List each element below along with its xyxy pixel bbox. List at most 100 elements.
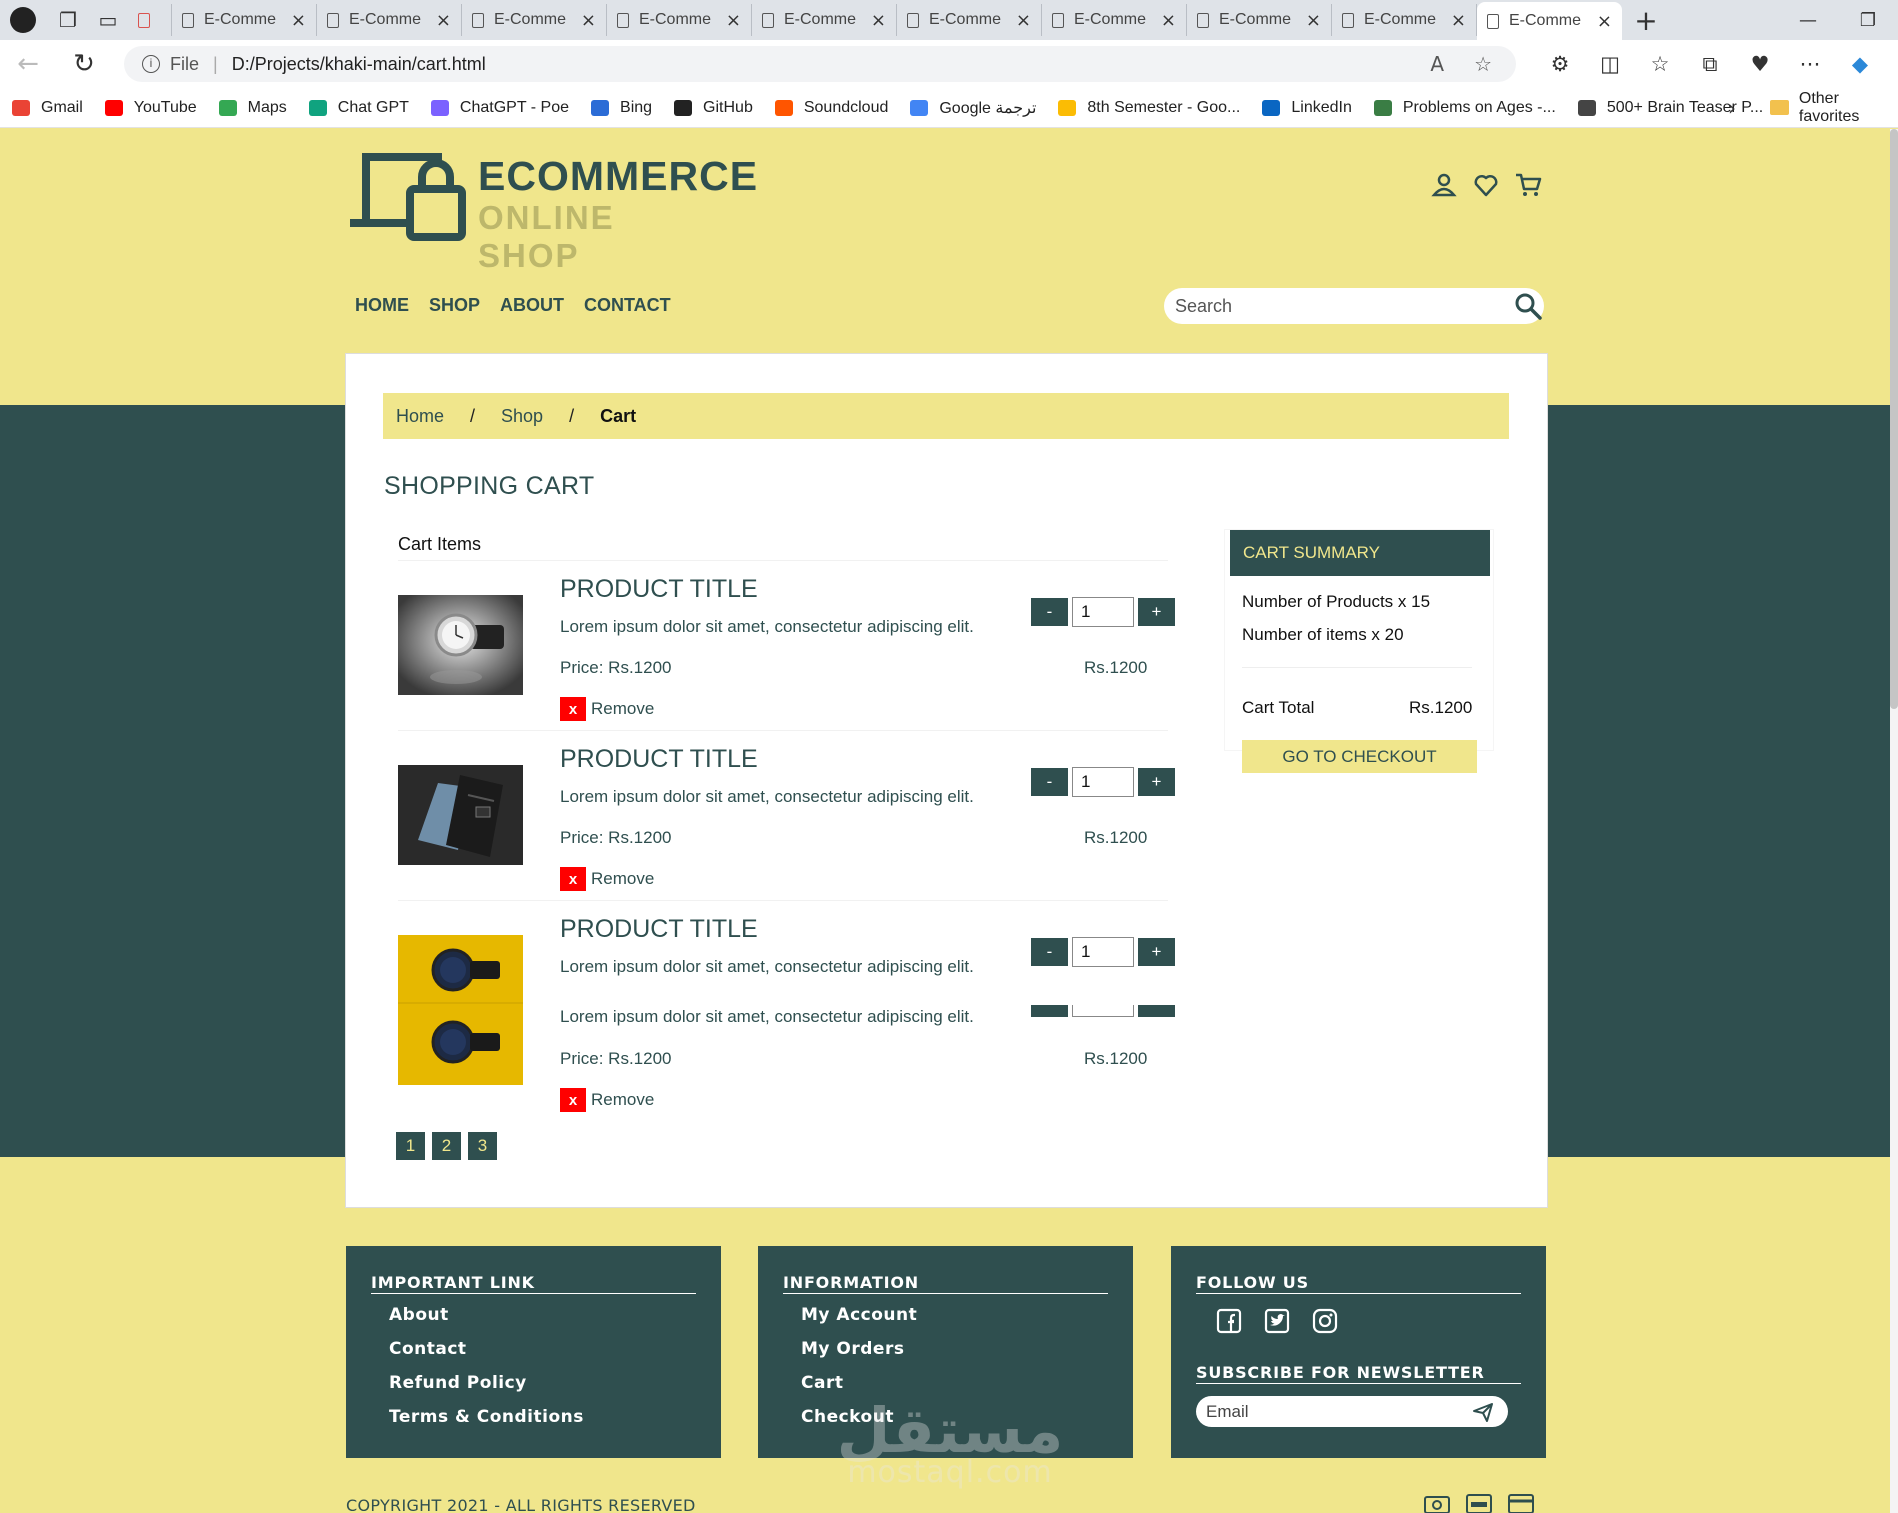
newsletter-email-input[interactable]: Email [1196,1396,1508,1427]
favorite-link[interactable]: YouTube [104,99,197,117]
instagram-icon[interactable] [1312,1308,1338,1334]
page-2-button[interactable]: 2 [432,1132,461,1160]
nav-home[interactable]: HOME [355,295,409,316]
tab-ecommerce[interactable]: E-Comme × [1477,2,1622,40]
remove-item-button[interactable]: x Remove [560,867,654,891]
other-favorites[interactable]: Other favorites [1770,90,1898,126]
favorite-link[interactable]: GitHub [674,99,753,117]
close-tab-icon[interactable]: × [1451,10,1466,31]
extensions-icon[interactable]: ⚙ [1535,52,1585,76]
restore-icon[interactable]: ❐ [1838,0,1898,40]
increase-qty-button[interactable]: + [1138,598,1175,626]
close-tab-icon[interactable]: × [291,10,306,31]
product-title[interactable]: PRODUCT TITLE [560,745,758,774]
url-text[interactable]: D:/Projects/khaki-main/cart.html [232,54,486,75]
tab-ecommerce[interactable]: E-Comme × [1187,4,1332,36]
health-icon[interactable]: ♥ [1735,52,1785,76]
user-icon[interactable] [1430,171,1458,199]
favorite-link[interactable]: Problems on Ages -... [1373,99,1556,117]
collections-icon[interactable]: ⧉ [1685,52,1735,77]
close-tab-icon[interactable]: × [871,10,886,31]
url-field[interactable]: i File | D:/Projects/khaki-main/cart.htm… [124,46,1516,82]
tab-ecommerce[interactable]: E-Comme × [462,4,607,36]
close-tab-icon[interactable]: × [1597,11,1612,32]
footer-link-account[interactable]: My Account [801,1305,917,1339]
checkout-button[interactable]: GO TO CHECKOUT [1242,740,1477,773]
decrease-qty-button[interactable]: - [1031,768,1068,796]
favorite-link[interactable]: Soundcloud [774,99,888,117]
back-button[interactable]: ← [0,49,56,79]
decrease-qty-button[interactable]: - [1031,938,1068,966]
search-input[interactable]: Search [1164,288,1544,324]
tab-ecommerce[interactable]: E-Comme × [1042,4,1187,36]
close-tab-icon[interactable]: × [436,10,451,31]
product-image-jeans[interactable] [398,765,523,865]
copilot-icon[interactable]: ◆ [1835,52,1885,76]
product-title[interactable]: PRODUCT TITLE [560,575,758,604]
remove-label[interactable]: Remove [591,699,654,719]
profile-avatar[interactable] [10,7,36,33]
favorite-link[interactable]: Gmail [12,99,83,117]
close-tab-icon[interactable]: × [581,10,596,31]
product-image-blue-watch[interactable] [398,935,523,1085]
product-title[interactable]: PRODUCT TITLE [560,915,758,944]
favorite-link[interactable]: Maps [218,99,287,117]
decrease-qty-button[interactable]: - [1031,598,1068,626]
remove-item-button[interactable]: x Remove [560,1088,654,1112]
remove-item-button[interactable]: x Remove [560,697,654,721]
twitter-icon[interactable] [1264,1308,1290,1334]
footer-link-terms[interactable]: Terms & Conditions [389,1407,584,1441]
favorite-link[interactable]: ChatGPT - Poe [430,99,569,117]
search-icon[interactable] [1514,292,1542,320]
read-aloud-icon[interactable]: A [1430,52,1444,76]
favorite-link[interactable]: 8th Semester - Goo... [1058,99,1240,117]
tab-pdf[interactable] [128,4,172,36]
tab-ecommerce[interactable]: E-Comme × [607,4,752,36]
remove-x-icon[interactable]: x [560,867,586,891]
remove-label[interactable]: Remove [591,869,654,889]
favorites-overflow-icon[interactable]: › [1728,96,1736,120]
tab-ecommerce[interactable]: E-Comme × [1332,4,1477,36]
page-3-button[interactable]: 3 [468,1132,497,1160]
remove-x-icon[interactable]: x [560,1088,586,1112]
new-tab-button[interactable]: + [1622,4,1670,37]
favorite-link[interactable]: Google ترجمة [910,98,1036,118]
quantity-input[interactable]: 1 [1072,767,1134,797]
favorite-link[interactable]: LinkedIn [1262,99,1352,117]
more-menu-icon[interactable]: ⋯ [1785,52,1835,76]
product-image-silver-watch[interactable] [398,595,523,695]
nav-about[interactable]: ABOUT [500,295,564,316]
favorite-link[interactable]: Chat GPT [308,99,409,117]
favorite-link[interactable]: Bing [591,99,652,117]
quantity-input[interactable]: 1 [1072,937,1134,967]
close-tab-icon[interactable]: × [1306,10,1321,31]
close-tab-icon[interactable]: × [726,10,741,31]
page-scrollbar[interactable] [1890,129,1898,1513]
footer-link-orders[interactable]: My Orders [801,1339,917,1373]
nav-contact[interactable]: CONTACT [584,295,671,316]
send-icon[interactable] [1472,1401,1494,1423]
tab-ecommerce[interactable]: E-Comme × [317,4,462,36]
quantity-input[interactable]: 1 [1072,597,1134,627]
scrollbar-thumb[interactable] [1890,129,1898,709]
breadcrumb-home[interactable]: Home [396,406,444,427]
favorite-star-icon[interactable]: ☆ [1474,52,1492,76]
close-tab-icon[interactable]: × [1016,10,1031,31]
workspaces-icon[interactable]: ❐ [48,0,88,40]
site-logo[interactable]: ECOMMERCE ONLINE SHOP [346,149,757,274]
remove-x-icon[interactable]: x [560,697,586,721]
split-screen-icon[interactable]: ◫ [1585,52,1635,76]
nav-shop[interactable]: SHOP [429,295,480,316]
footer-link-contact[interactable]: Contact [389,1339,584,1373]
tab-actions-icon[interactable]: ▭ [88,0,128,40]
increase-qty-button[interactable]: + [1138,938,1175,966]
tab-ecommerce[interactable]: E-Comme × [172,4,317,36]
footer-link-refund[interactable]: Refund Policy [389,1373,584,1407]
close-tab-icon[interactable]: × [1161,10,1176,31]
cart-icon[interactable] [1514,171,1542,199]
increase-qty-button[interactable]: + [1138,768,1175,796]
page-1-button[interactable]: 1 [396,1132,425,1160]
breadcrumb-shop[interactable]: Shop [501,406,543,427]
favorites-icon[interactable]: ☆ [1635,52,1685,76]
tab-ecommerce[interactable]: E-Comme × [752,4,897,36]
